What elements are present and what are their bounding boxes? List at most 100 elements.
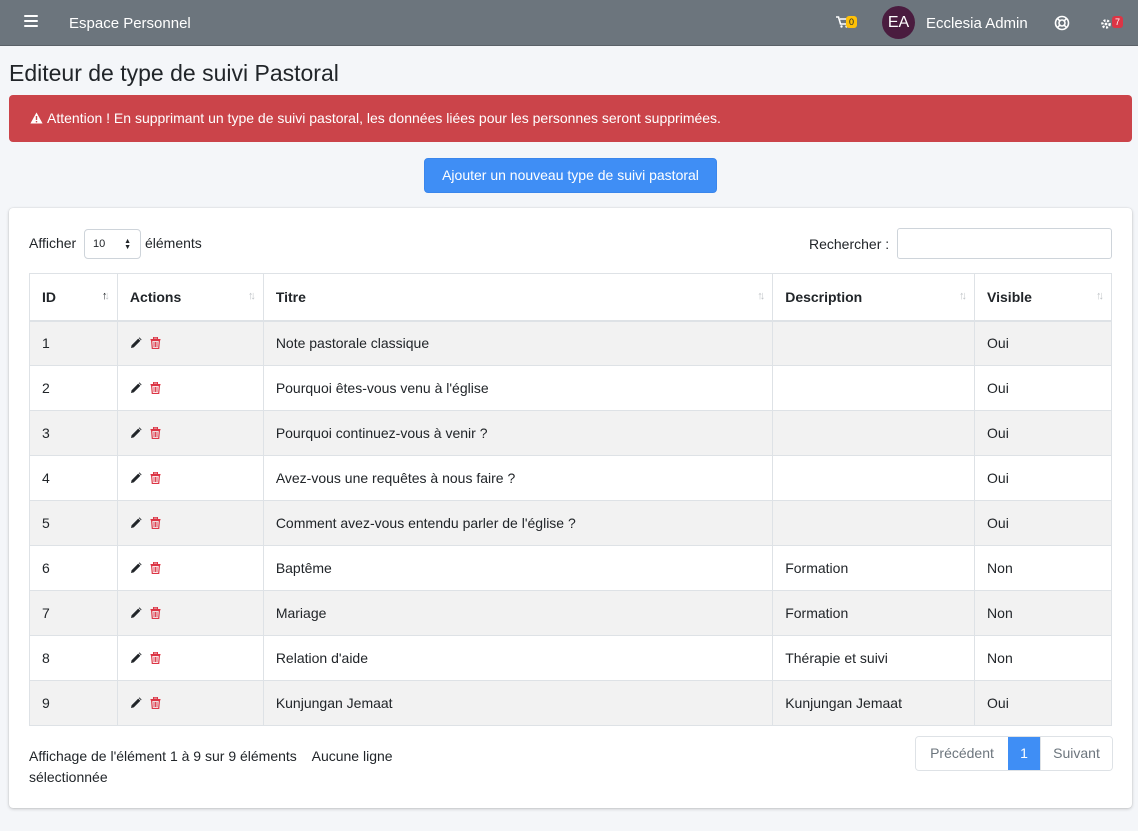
edit-pencil-icon[interactable] bbox=[130, 426, 142, 442]
cell-visible: Oui bbox=[974, 455, 1112, 501]
cell-actions bbox=[116, 365, 264, 411]
cell-visible: Non bbox=[974, 590, 1112, 636]
table-card: Afficher 10 ▲ ▼ éléments Rechercher : ID ↑… bbox=[9, 208, 1132, 808]
cell-actions bbox=[116, 500, 264, 546]
cell-visible: Oui bbox=[974, 365, 1112, 411]
cell-titre: Avez-vous une requêtes à nous faire ? bbox=[262, 455, 774, 501]
column-header-actions[interactable]: Actions ↑↓ bbox=[116, 273, 264, 322]
cart-button[interactable]: 0 bbox=[836, 13, 864, 33]
delete-trash-icon[interactable] bbox=[150, 426, 161, 442]
brand-link[interactable]: Espace Personnel bbox=[69, 15, 191, 32]
table-row[interactable]: 1 Note pastorale classique Oui bbox=[29, 320, 1112, 366]
table-row[interactable]: 5 Comment avez-vous entendu parler de l'é… bbox=[29, 500, 1112, 546]
table-info: Affichage de l'élément 1 à 9 sur 9 éléme… bbox=[29, 746, 449, 788]
cell-titre: Pourquoi continuez-vous à venir ? bbox=[262, 410, 774, 456]
cell-id: 9 bbox=[29, 680, 118, 726]
page-length-select[interactable]: 10 ▲ ▼ bbox=[84, 229, 141, 259]
table-row[interactable]: 6 Baptême Formation Non bbox=[29, 545, 1112, 591]
delete-trash-icon[interactable] bbox=[150, 561, 161, 577]
cell-id: 4 bbox=[29, 455, 118, 501]
delete-trash-icon[interactable] bbox=[150, 336, 161, 352]
sort-icon: ↑↓ bbox=[247, 290, 256, 302]
elements-label: éléments bbox=[145, 235, 202, 251]
warning-alert: Attention ! En supprimant un type de sui… bbox=[9, 95, 1132, 142]
cell-actions bbox=[116, 590, 264, 636]
column-header-titre[interactable]: Titre ↑↓ bbox=[262, 273, 774, 322]
cell-id: 6 bbox=[29, 545, 118, 591]
page-1-button[interactable]: 1 bbox=[1008, 737, 1040, 770]
delete-trash-icon[interactable] bbox=[150, 651, 161, 667]
cell-visible: Oui bbox=[974, 500, 1112, 546]
cell-description bbox=[772, 500, 976, 546]
page-title: Editeur de type de suivi Pastoral bbox=[9, 60, 339, 86]
delete-trash-icon[interactable] bbox=[150, 606, 161, 622]
cell-visible: Non bbox=[974, 545, 1112, 591]
table-row[interactable]: 8 Relation d'aide Thérapie et suivi Non bbox=[29, 635, 1112, 681]
cell-visible: Oui bbox=[974, 680, 1112, 726]
show-label: Afficher bbox=[29, 235, 77, 251]
edit-pencil-icon[interactable] bbox=[130, 471, 142, 487]
settings-button[interactable]: 7 bbox=[1100, 14, 1130, 34]
table-row[interactable]: 4 Avez-vous une requêtes à nous faire ? Ou… bbox=[29, 455, 1112, 501]
cell-visible: Oui bbox=[974, 320, 1112, 366]
edit-pencil-icon[interactable] bbox=[130, 336, 142, 352]
menu-toggle-icon[interactable] bbox=[24, 15, 38, 29]
cell-description: Formation bbox=[772, 590, 976, 636]
pastoral-types-table: ID ↑↓ Actions ↑↓ Titre ↑↓ Description ↑↓ Vis… bbox=[29, 273, 1112, 726]
cell-actions bbox=[116, 320, 264, 366]
cell-id: 5 bbox=[29, 500, 118, 546]
cell-id: 3 bbox=[29, 410, 118, 456]
edit-pencil-icon[interactable] bbox=[130, 606, 142, 622]
column-header-id[interactable]: ID ↑↓ bbox=[29, 273, 118, 322]
table-row[interactable]: 2 Pourquoi êtes-vous venu à l'église Oui bbox=[29, 365, 1112, 411]
avatar[interactable]: EA bbox=[882, 6, 915, 39]
cell-description bbox=[772, 365, 976, 411]
cell-titre: Kunjungan Jemaat bbox=[262, 680, 774, 726]
cell-titre: Relation d'aide bbox=[262, 635, 774, 681]
edit-pencil-icon[interactable] bbox=[130, 696, 142, 712]
delete-trash-icon[interactable] bbox=[150, 471, 161, 487]
cell-titre: Note pastorale classique bbox=[262, 320, 774, 366]
top-navbar: Espace Personnel 0 EA Ecclesia Admin 7 bbox=[0, 0, 1138, 46]
search-label: Rechercher : bbox=[809, 236, 890, 252]
cell-description: Thérapie et suivi bbox=[772, 635, 976, 681]
edit-pencil-icon[interactable] bbox=[130, 516, 142, 532]
lifebuoy-icon[interactable] bbox=[1054, 15, 1070, 31]
cell-titre: Comment avez-vous entendu parler de l'ég… bbox=[262, 500, 774, 546]
cell-actions bbox=[116, 635, 264, 681]
page-length-value: 10 bbox=[93, 238, 106, 250]
cell-actions bbox=[116, 410, 264, 456]
table-row[interactable]: 7 Mariage Formation Non bbox=[29, 590, 1112, 636]
cell-description: Formation bbox=[772, 545, 976, 591]
cell-titre: Mariage bbox=[262, 590, 774, 636]
sort-icon: ↑↓ bbox=[959, 290, 967, 302]
delete-trash-icon[interactable] bbox=[150, 381, 161, 397]
table-row[interactable]: 3 Pourquoi continuez-vous à venir ? Oui bbox=[29, 410, 1112, 456]
cart-count-badge: 0 bbox=[846, 16, 858, 28]
sort-icon: ↑↓ bbox=[757, 290, 765, 302]
warning-icon bbox=[30, 112, 43, 124]
column-header-visible[interactable]: Visible ↑↓ bbox=[974, 273, 1112, 322]
cell-description bbox=[772, 410, 976, 456]
next-page-button[interactable]: Suivant bbox=[1040, 737, 1112, 770]
edit-pencil-icon[interactable] bbox=[130, 561, 142, 577]
previous-page-button[interactable]: Précédent bbox=[916, 737, 1008, 770]
cell-description: Kunjungan Jemaat bbox=[772, 680, 976, 726]
add-pastoral-type-button[interactable]: Ajouter un nouveau type de suivi pastora… bbox=[424, 158, 717, 193]
cell-id: 2 bbox=[29, 365, 118, 411]
table-info-text: Affichage de l'élément 1 à 9 sur 9 éléme… bbox=[29, 748, 297, 764]
search-input[interactable] bbox=[897, 228, 1112, 259]
sort-icon: ↑↓ bbox=[1096, 290, 1104, 302]
column-header-description[interactable]: Description ↑↓ bbox=[772, 273, 976, 322]
cell-actions bbox=[116, 455, 264, 501]
user-menu[interactable]: Ecclesia Admin bbox=[926, 15, 1028, 32]
table-row[interactable]: 9 Kunjungan Jemaat Kunjungan Jemaat Oui bbox=[29, 680, 1112, 726]
edit-pencil-icon[interactable] bbox=[130, 651, 142, 667]
cell-description bbox=[772, 320, 976, 366]
delete-trash-icon[interactable] bbox=[150, 516, 161, 532]
cell-description bbox=[772, 455, 976, 501]
cell-titre: Pourquoi êtes-vous venu à l'église bbox=[262, 365, 774, 411]
delete-trash-icon[interactable] bbox=[150, 696, 161, 712]
cell-visible: Oui bbox=[974, 410, 1112, 456]
edit-pencil-icon[interactable] bbox=[130, 381, 142, 397]
